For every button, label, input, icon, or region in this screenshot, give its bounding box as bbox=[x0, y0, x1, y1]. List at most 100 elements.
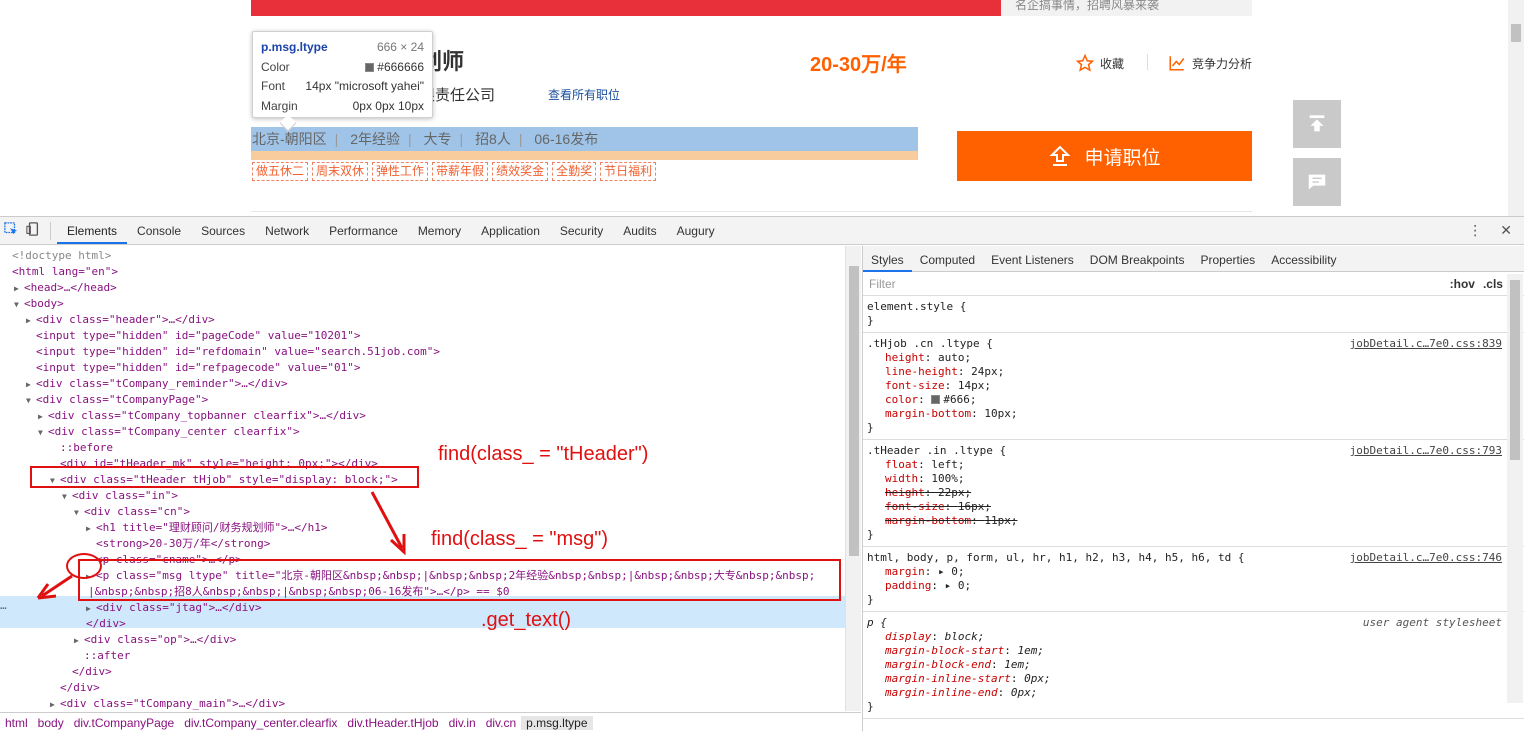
tab-console[interactable]: Console bbox=[127, 217, 191, 244]
collapse-triangle-icon[interactable]: ▼ bbox=[74, 505, 84, 521]
expand-triangle-icon[interactable]: ▶ bbox=[50, 697, 60, 711]
css-declaration[interactable]: font-size: 14px; bbox=[867, 379, 1520, 393]
dom-line[interactable]: ▼ <div class="tCompanyPage"> bbox=[26, 392, 208, 408]
inspect-element-icon[interactable] bbox=[0, 222, 22, 239]
css-declaration-overridden[interactable]: height: 22px; bbox=[867, 486, 1520, 500]
dom-line[interactable]: ▶ <div class="tCompany_main">…</div> bbox=[50, 696, 285, 711]
dom-line[interactable]: ▼ <div class="cn"> bbox=[74, 504, 190, 520]
collapse-triangle-icon[interactable]: ▼ bbox=[26, 393, 36, 409]
scrollbar-thumb[interactable] bbox=[1510, 280, 1520, 460]
dom-line[interactable]: ▶ <div class="jtag">…</div> bbox=[86, 600, 262, 616]
css-declaration[interactable]: color: #666; bbox=[867, 393, 1520, 407]
all-jobs-link[interactable]: 查看所有职位 bbox=[548, 86, 620, 103]
scrollbar-thumb[interactable] bbox=[849, 266, 859, 556]
tab-memory[interactable]: Memory bbox=[408, 217, 471, 244]
promo-banner-text[interactable]: 名企搞事情，招聘风暴来袭 bbox=[1001, 0, 1252, 16]
apply-button[interactable]: 申请职位 bbox=[957, 131, 1252, 181]
css-rule[interactable]: jobDetail.c…7e0.css:839 .tHjob .cn .ltyp… bbox=[863, 333, 1524, 440]
styles-filter-input[interactable]: Filter bbox=[869, 277, 896, 291]
cls-toggle[interactable]: .cls bbox=[1483, 277, 1503, 291]
hov-toggle[interactable]: :hov bbox=[1450, 277, 1475, 291]
device-toolbar-icon[interactable] bbox=[22, 222, 44, 239]
tab-audits[interactable]: Audits bbox=[613, 217, 666, 244]
css-rule-user-agent[interactable]: user agent stylesheet p { display: block… bbox=[863, 612, 1524, 719]
back-to-top-button[interactable] bbox=[1293, 100, 1341, 148]
css-declaration[interactable]: padding: ▸ 0; bbox=[867, 579, 1520, 593]
css-rule[interactable]: jobDetail.c…7e0.css:793 .tHeader .in .lt… bbox=[863, 440, 1524, 547]
node-menu-icon[interactable]: … bbox=[0, 599, 7, 612]
dom-line[interactable]: <!doctype html> bbox=[12, 248, 111, 264]
page-scrollbar[interactable] bbox=[1508, 0, 1524, 216]
expand-triangle-icon[interactable]: ▶ bbox=[26, 313, 36, 329]
dom-line[interactable]: ▼ <body> bbox=[14, 296, 64, 312]
breadcrumb-item[interactable]: div.cn bbox=[481, 716, 521, 730]
dom-line[interactable]: ▶ <h1 title="理财顾问/财务规划师">…</h1> bbox=[86, 520, 327, 536]
dom-line[interactable]: ▼ <div class="in"> bbox=[62, 488, 178, 504]
dom-line[interactable]: ▶ <div class="header">…</div> bbox=[26, 312, 215, 328]
expand-triangle-icon[interactable]: ▶ bbox=[86, 601, 96, 617]
tab-computed[interactable]: Computed bbox=[912, 246, 983, 272]
scrollbar-thumb[interactable] bbox=[1511, 24, 1521, 42]
breadcrumb-item-current[interactable]: p.msg.ltype bbox=[521, 715, 593, 730]
css-declaration[interactable]: height: auto; bbox=[867, 351, 1520, 365]
breadcrumb-item[interactable]: body bbox=[33, 716, 69, 730]
tab-network[interactable]: Network bbox=[255, 217, 319, 244]
tab-performance[interactable]: Performance bbox=[319, 217, 408, 244]
expand-triangle-icon[interactable]: ▶ bbox=[38, 409, 48, 425]
styles-scrollbar[interactable] bbox=[1507, 274, 1523, 703]
feedback-button[interactable] bbox=[1293, 158, 1341, 206]
breadcrumb-item[interactable]: div.tCompany_center.clearfix bbox=[179, 716, 342, 730]
dom-line[interactable]: </div> bbox=[86, 616, 126, 632]
collapse-triangle-icon[interactable]: ▼ bbox=[38, 425, 48, 441]
tab-application[interactable]: Application bbox=[471, 217, 550, 244]
tab-elements[interactable]: Elements bbox=[57, 217, 128, 244]
css-rule[interactable]: jobDetail.c…7e0.css:746 html, body, p, f… bbox=[863, 547, 1524, 612]
dom-line[interactable]: </div> bbox=[72, 664, 112, 680]
tab-security[interactable]: Security bbox=[550, 217, 613, 244]
promo-banner[interactable] bbox=[251, 0, 1001, 16]
rule-source-link[interactable]: jobDetail.c…7e0.css:793 bbox=[1350, 444, 1502, 458]
dom-line[interactable]: <input type="hidden" id="pageCode" value… bbox=[36, 328, 361, 344]
breadcrumb-item[interactable]: div.in bbox=[444, 716, 481, 730]
dom-line[interactable]: ::before bbox=[60, 440, 113, 456]
close-icon[interactable]: ✕ bbox=[1500, 222, 1512, 239]
tab-dom-breakpoints[interactable]: DOM Breakpoints bbox=[1082, 246, 1193, 272]
expand-triangle-icon[interactable]: ▶ bbox=[86, 521, 96, 537]
tab-augury[interactable]: Augury bbox=[667, 217, 725, 244]
rule-source-link[interactable]: jobDetail.c…7e0.css:746 bbox=[1350, 551, 1502, 565]
css-declaration[interactable]: width: 100%; bbox=[867, 472, 1520, 486]
dom-line[interactable]: <input type="hidden" id="refdomain" valu… bbox=[36, 344, 440, 360]
dom-line[interactable]: ::after bbox=[84, 648, 130, 664]
collapse-triangle-icon[interactable]: ▼ bbox=[14, 297, 24, 313]
dom-line[interactable]: </div> bbox=[60, 680, 100, 696]
tab-event-listeners[interactable]: Event Listeners bbox=[983, 246, 1082, 272]
breadcrumb-item[interactable]: html bbox=[0, 716, 33, 730]
tab-styles[interactable]: Styles bbox=[863, 246, 912, 272]
css-declaration[interactable]: float: left; bbox=[867, 458, 1520, 472]
dom-line[interactable]: ▼ <div class="tCompany_center clearfix"> bbox=[38, 424, 300, 440]
tab-accessibility[interactable]: Accessibility bbox=[1263, 246, 1344, 272]
dom-line[interactable]: ▶ <div class="tCompany_topbanner clearfix… bbox=[38, 408, 366, 424]
dom-line[interactable]: <strong>20-30万/年</strong> bbox=[96, 536, 270, 552]
breadcrumb-item[interactable]: div.tCompanyPage bbox=[69, 716, 180, 730]
css-declaration-overridden[interactable]: font-size: 16px; bbox=[867, 500, 1520, 514]
css-declaration[interactable]: line-height: 24px; bbox=[867, 365, 1520, 379]
css-rule[interactable]: element.style { } bbox=[863, 296, 1524, 333]
expand-triangle-icon[interactable]: ▶ bbox=[74, 633, 84, 649]
expand-triangle-icon[interactable]: ▶ bbox=[14, 281, 24, 297]
dom-line[interactable]: <input type="hidden" id="refpagecode" va… bbox=[36, 360, 361, 376]
expand-triangle-icon[interactable]: ▶ bbox=[26, 377, 36, 393]
dom-line[interactable]: ▶ <div class="tCompany_reminder">…</div> bbox=[26, 376, 288, 392]
favorite-button[interactable]: 收藏 bbox=[1076, 54, 1124, 72]
dom-tree-scrollbar[interactable] bbox=[845, 246, 861, 711]
breadcrumb-item[interactable]: div.tHeader.tHjob bbox=[342, 716, 443, 730]
tab-sources[interactable]: Sources bbox=[191, 217, 255, 244]
css-declaration[interactable]: margin-bottom: 10px; bbox=[867, 407, 1520, 421]
css-declaration[interactable]: margin: ▸ 0; bbox=[867, 565, 1520, 579]
css-declaration-overridden[interactable]: margin-bottom: 11px; bbox=[867, 514, 1520, 528]
compete-analysis-button[interactable]: 竞争力分析 bbox=[1168, 54, 1252, 72]
rule-source-link[interactable]: jobDetail.c…7e0.css:839 bbox=[1350, 337, 1502, 351]
collapse-triangle-icon[interactable]: ▼ bbox=[62, 489, 72, 505]
dom-line[interactable]: <html lang="en"> bbox=[12, 264, 118, 280]
tab-properties[interactable]: Properties bbox=[1192, 246, 1263, 272]
